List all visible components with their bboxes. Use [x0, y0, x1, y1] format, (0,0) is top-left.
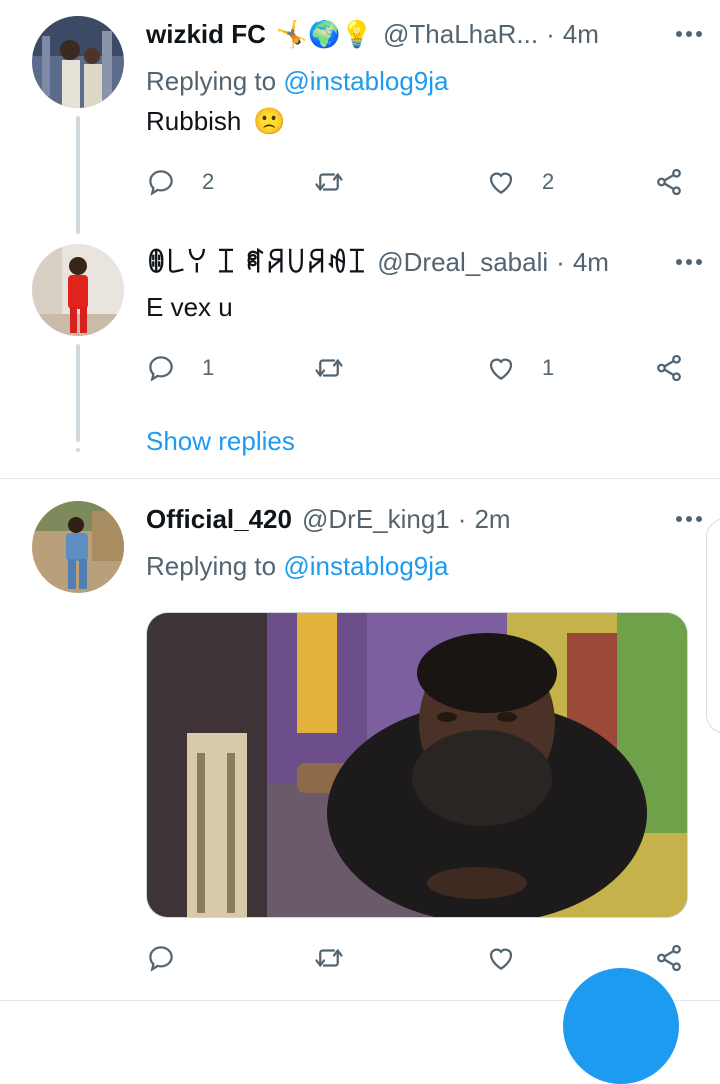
mention-link[interactable]: @instablog9ja	[283, 66, 448, 96]
retweet-button[interactable]	[314, 162, 344, 202]
separator-dot: ·	[556, 246, 565, 277]
tweet-header: wizkid FC 🤸🌍💡 @ThaLhaR... · 4m	[146, 17, 700, 51]
like-button[interactable]: 2	[486, 162, 554, 202]
reply-button[interactable]	[146, 938, 176, 978]
tweet-media-image[interactable]	[146, 612, 688, 918]
tweet-text: Rubbish 🙁	[146, 106, 286, 137]
share-icon	[657, 168, 681, 196]
thread-line	[76, 116, 80, 234]
more-icon[interactable]	[674, 247, 704, 277]
tweet-2[interactable]: ꂦ꒒ꌩ ꀤ ꈘꋪ꒤ꋪꆂꀤ @Dreal_sabali · 4m E vex u …	[0, 230, 720, 478]
handle[interactable]: @Dreal_sabali	[377, 247, 548, 278]
action-bar: 2 2	[146, 162, 696, 202]
retweet-button[interactable]	[314, 348, 344, 388]
reply-count: 1	[202, 355, 215, 380]
reply-button[interactable]: 2	[146, 162, 214, 202]
display-name[interactable]: ꂦ꒒ꌩ ꀤ ꈘꋪ꒤ꋪꆂꀤ	[146, 245, 367, 279]
reply-icon	[149, 946, 173, 972]
reply-button[interactable]: 1	[146, 348, 214, 388]
compose-button[interactable]	[563, 968, 679, 1084]
tweet-text-content: Rubbish	[146, 106, 242, 136]
replying-to: Replying to @instablog9ja	[146, 551, 448, 582]
replying-to: Replying to @instablog9ja	[146, 66, 448, 97]
timestamp[interactable]: 4m	[563, 19, 599, 50]
replying-to-label: Replying to	[146, 66, 277, 96]
like-icon	[489, 358, 513, 380]
mention-link[interactable]: @instablog9ja	[283, 551, 448, 581]
retweet-icon	[315, 949, 343, 967]
share-button[interactable]	[654, 938, 684, 978]
share-button[interactable]	[654, 348, 684, 388]
retweet-icon	[315, 359, 343, 377]
handle[interactable]: @DrE_king1	[302, 504, 450, 535]
thread-line	[76, 344, 80, 440]
avatar-wizkid-fc[interactable]	[32, 16, 124, 108]
timestamp[interactable]: 2m	[474, 504, 510, 535]
name-emojis: 🤸🌍💡	[275, 18, 374, 49]
tweet-text-content: E vex u	[146, 292, 233, 322]
action-bar: 1 1	[146, 348, 696, 388]
avatar-dreal-sabali[interactable]	[32, 244, 124, 336]
like-button[interactable]	[486, 938, 516, 978]
like-count: 2	[542, 169, 555, 194]
replying-to-label: Replying to	[146, 551, 277, 581]
show-replies-link[interactable]: Show replies	[146, 426, 295, 457]
tweet-header: Official_420 @DrE_king1 · 2m	[146, 502, 700, 536]
tweet-header: ꂦ꒒ꌩ ꀤ ꈘꋪ꒤ꋪꆂꀤ @Dreal_sabali · 4m	[146, 245, 700, 280]
tweet-text: E vex u	[146, 292, 233, 323]
more-icon[interactable]	[674, 19, 704, 49]
handle[interactable]: @ThaLhaR...	[383, 19, 538, 50]
like-icon	[489, 172, 513, 194]
reply-icon	[149, 170, 173, 196]
like-count: 1	[542, 355, 555, 380]
avatar-official-420[interactable]	[32, 501, 124, 593]
share-button[interactable]	[654, 162, 684, 202]
reply-icon	[149, 356, 173, 382]
more-icon[interactable]	[674, 504, 704, 534]
retweet-icon	[315, 173, 343, 191]
edge-card	[706, 518, 720, 734]
like-button[interactable]: 1	[486, 348, 554, 388]
retweet-button[interactable]	[314, 938, 344, 978]
display-name[interactable]: Official_420	[146, 504, 292, 535]
separator-dot: ·	[457, 503, 467, 534]
tweet-1[interactable]: wizkid FC 🤸🌍💡 @ThaLhaR... · 4m Replying …	[0, 0, 720, 234]
like-icon	[489, 948, 513, 970]
display-name[interactable]: wizkid FC	[146, 19, 266, 50]
emoji: 🙁	[253, 106, 286, 136]
share-icon	[657, 944, 681, 972]
reply-count: 2	[202, 169, 215, 194]
share-icon	[657, 354, 681, 382]
separator-dot: ·	[546, 18, 555, 49]
timestamp[interactable]: 4m	[573, 247, 609, 278]
thread-dots	[76, 428, 80, 458]
